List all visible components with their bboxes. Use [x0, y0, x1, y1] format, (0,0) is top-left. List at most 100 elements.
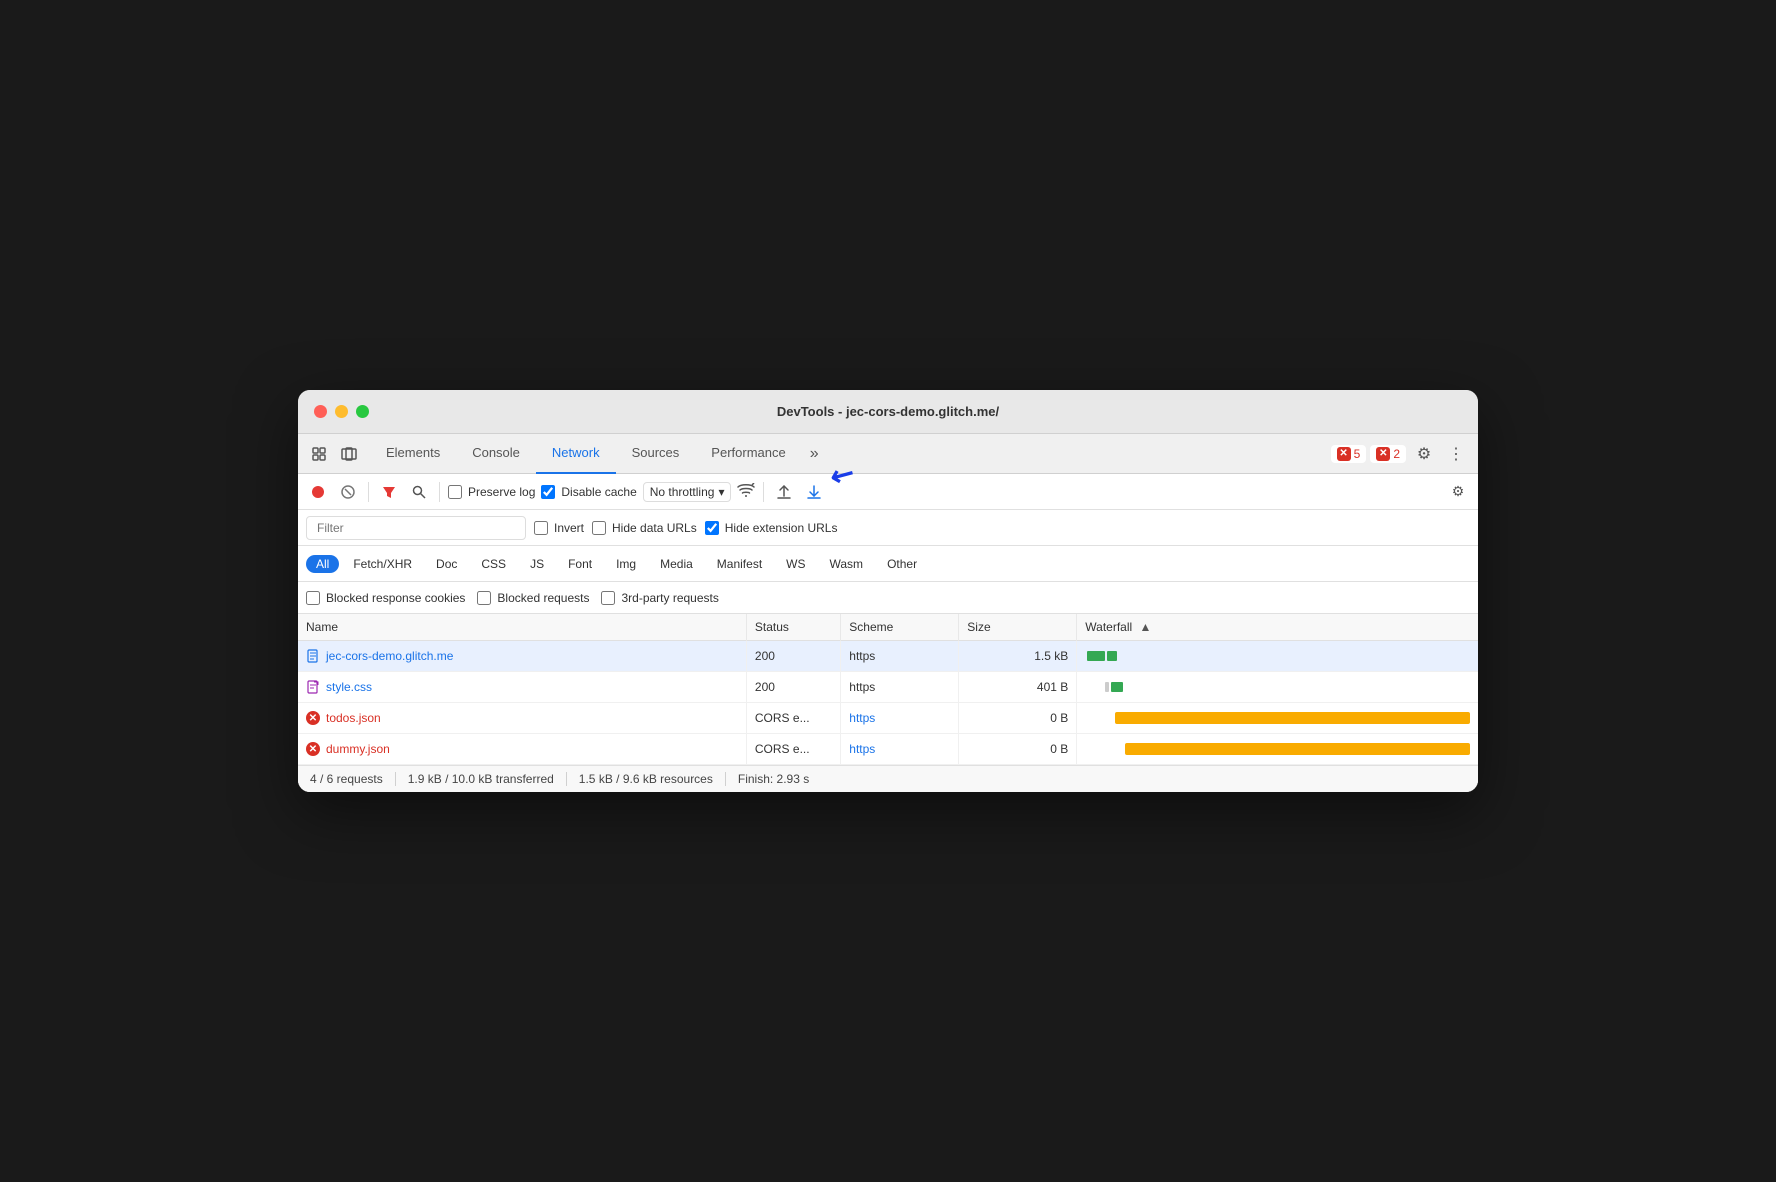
toolbar-divider-1 [368, 482, 369, 502]
table-header: Name Status Scheme Size Waterfall [298, 614, 1478, 641]
type-filter-font[interactable]: Font [558, 555, 602, 573]
type-filter-fetch-xhr[interactable]: Fetch/XHR [343, 555, 422, 573]
tab-performance[interactable]: Performance [695, 434, 801, 474]
type-filter-js[interactable]: JS [520, 555, 554, 573]
record-button[interactable] [306, 480, 330, 504]
devtools-window: DevTools - jec-cors-demo.glitch.me/ [298, 390, 1478, 792]
doc-icon [306, 649, 320, 663]
type-filter-doc[interactable]: Doc [426, 555, 467, 573]
tab-overflow[interactable]: » [802, 434, 827, 474]
devtools-body: Elements Console Network Sources Perform… [298, 434, 1478, 792]
row1-waterfall [1077, 641, 1478, 672]
col-header-scheme[interactable]: Scheme [841, 614, 959, 641]
row2-name: style.css [326, 680, 372, 694]
filter-bar: Invert Hide data URLs Hide extension URL… [298, 510, 1478, 546]
third-party-requests-checkbox[interactable] [601, 591, 615, 605]
error-icon-1: ✕ [1337, 447, 1351, 461]
filter-icon[interactable] [377, 480, 401, 504]
toolbar: Preserve log Disable cache No throttling… [298, 474, 1478, 510]
type-filter-media[interactable]: Media [650, 555, 703, 573]
row2-status: 200 [746, 672, 840, 703]
col-header-waterfall[interactable]: Waterfall ▲ [1077, 614, 1478, 641]
table-row[interactable]: ✕ todos.json CORS e... https 0 B [298, 703, 1478, 734]
hide-extension-urls-label[interactable]: Hide extension URLs [705, 521, 838, 535]
row3-status: CORS e... [746, 703, 840, 734]
row2-scheme: https [841, 672, 959, 703]
tab-console[interactable]: Console [456, 434, 536, 474]
error-icon-row3: ✕ [306, 711, 320, 725]
row2-waterfall [1077, 672, 1478, 703]
resources-size: 1.5 kB / 9.6 kB resources [567, 772, 726, 786]
tab-network[interactable]: Network [536, 434, 616, 474]
invert-checkbox[interactable] [534, 521, 548, 535]
type-filter-other[interactable]: Other [877, 555, 927, 573]
table-row[interactable]: jec-cors-demo.glitch.me 200 https 1.5 kB [298, 641, 1478, 672]
col-header-name[interactable]: Name [298, 614, 746, 641]
type-filter-all[interactable]: All [306, 555, 339, 573]
sort-arrow: ▲ [1140, 620, 1152, 634]
disable-cache-label[interactable]: Disable cache [541, 485, 636, 499]
type-filter-wasm[interactable]: Wasm [820, 555, 874, 573]
hide-extension-urls-checkbox[interactable] [705, 521, 719, 535]
type-filter-manifest[interactable]: Manifest [707, 555, 772, 573]
filter-input[interactable] [306, 516, 526, 540]
settings-gear-button[interactable]: ⚙ [1410, 440, 1438, 468]
traffic-lights [314, 405, 369, 418]
invert-label[interactable]: Invert [534, 521, 584, 535]
blocked-cookies-checkbox[interactable] [306, 591, 320, 605]
upload-button[interactable] [772, 480, 796, 504]
tab-elements[interactable]: Elements [370, 434, 456, 474]
preserve-log-label[interactable]: Preserve log [448, 485, 535, 499]
row4-name: dummy.json [326, 742, 390, 756]
error-badge-2[interactable]: ✕ 2 [1370, 445, 1406, 463]
row1-status: 200 [746, 641, 840, 672]
tab-sources[interactable]: Sources [616, 434, 696, 474]
row1-size: 1.5 kB [959, 641, 1077, 672]
row3-waterfall [1077, 703, 1478, 734]
table-row[interactable]: ✕ dummy.json CORS e... https 0 B [298, 734, 1478, 765]
blocked-cookies-label[interactable]: Blocked response cookies [306, 591, 465, 605]
error-icon-row4: ✕ [306, 742, 320, 756]
tabs: Elements Console Network Sources Perform… [370, 434, 1331, 474]
row1-scheme: https [841, 641, 959, 672]
close-button[interactable] [314, 405, 327, 418]
col-header-size[interactable]: Size [959, 614, 1077, 641]
row1-name-cell: jec-cors-demo.glitch.me [298, 641, 746, 672]
error-badge-1[interactable]: ✕ 5 [1331, 445, 1367, 463]
maximize-button[interactable] [356, 405, 369, 418]
transferred-size: 1.9 kB / 10.0 kB transferred [396, 772, 567, 786]
row3-scheme: https [841, 703, 959, 734]
row4-size: 0 B [959, 734, 1077, 765]
inspector-icon[interactable] [306, 441, 332, 467]
device-icon[interactable] [336, 441, 362, 467]
blocked-bar: Blocked response cookies Blocked request… [298, 582, 1478, 614]
col-header-status[interactable]: Status [746, 614, 840, 641]
row4-status: CORS e... [746, 734, 840, 765]
throttle-select[interactable]: No throttling ▾ [643, 482, 732, 502]
minimize-button[interactable] [335, 405, 348, 418]
type-filter-img[interactable]: Img [606, 555, 646, 573]
hide-data-urls-label[interactable]: Hide data URLs [592, 521, 697, 535]
table-row[interactable]: style.css 200 https 401 B [298, 672, 1478, 703]
blocked-requests-label[interactable]: Blocked requests [477, 591, 589, 605]
download-button[interactable] [802, 480, 826, 504]
disable-cache-checkbox[interactable] [541, 485, 555, 499]
clear-button[interactable] [336, 480, 360, 504]
chevron-down-icon: ▾ [718, 485, 724, 499]
row3-name: todos.json [326, 711, 381, 725]
tab-actions: ✕ 5 ✕ 2 ⚙ ⋮ [1331, 440, 1470, 468]
network-settings-button[interactable]: ⚙ [1446, 480, 1470, 504]
search-button[interactable] [407, 480, 431, 504]
network-table: Name Status Scheme Size Waterfall [298, 614, 1478, 765]
third-party-requests-label[interactable]: 3rd-party requests [601, 591, 718, 605]
type-filter-ws[interactable]: WS [776, 555, 815, 573]
type-filter-css[interactable]: CSS [471, 555, 516, 573]
css-icon [306, 680, 320, 694]
row2-name-cell: style.css [298, 672, 746, 703]
row4-waterfall [1077, 734, 1478, 765]
preserve-log-checkbox[interactable] [448, 485, 462, 499]
hide-data-urls-checkbox[interactable] [592, 521, 606, 535]
blocked-requests-checkbox[interactable] [477, 591, 491, 605]
wifi-settings-icon[interactable] [737, 483, 755, 500]
more-options-button[interactable]: ⋮ [1442, 440, 1470, 468]
